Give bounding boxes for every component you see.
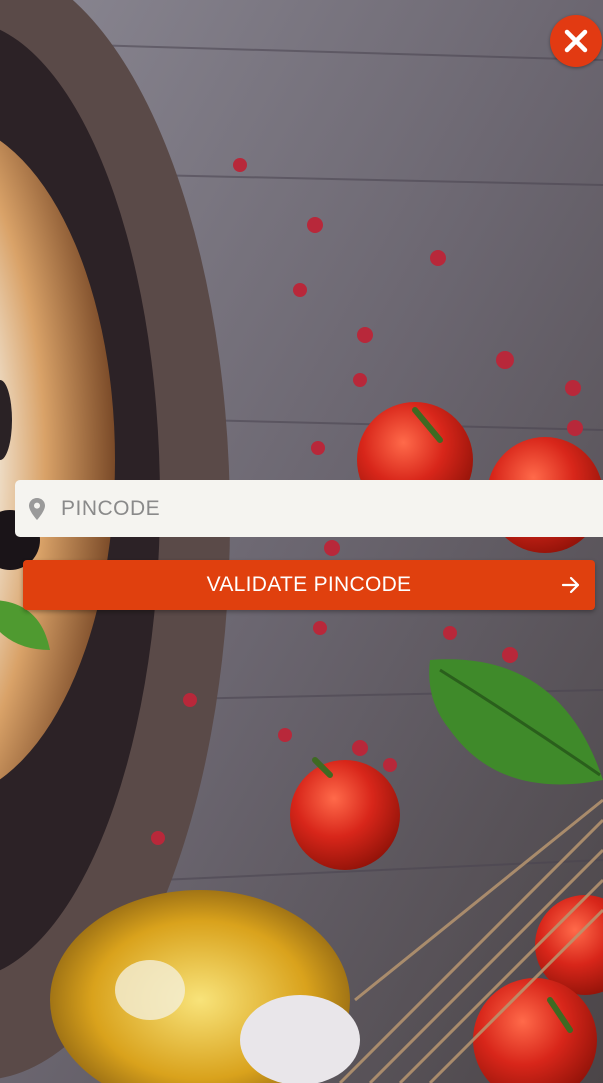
validate-pincode-label: VALIDATE PINCODE xyxy=(206,573,412,596)
close-button[interactable] xyxy=(550,15,602,67)
pincode-screen: VALIDATE PINCODE xyxy=(0,0,603,1083)
map-pin-icon xyxy=(29,497,45,520)
pincode-field[interactable] xyxy=(15,480,603,537)
close-icon xyxy=(564,29,588,53)
food-photo-background xyxy=(0,0,603,1083)
arrow-right-icon xyxy=(561,576,580,594)
validate-pincode-button[interactable]: VALIDATE PINCODE xyxy=(23,560,595,610)
pincode-input[interactable] xyxy=(61,480,603,537)
